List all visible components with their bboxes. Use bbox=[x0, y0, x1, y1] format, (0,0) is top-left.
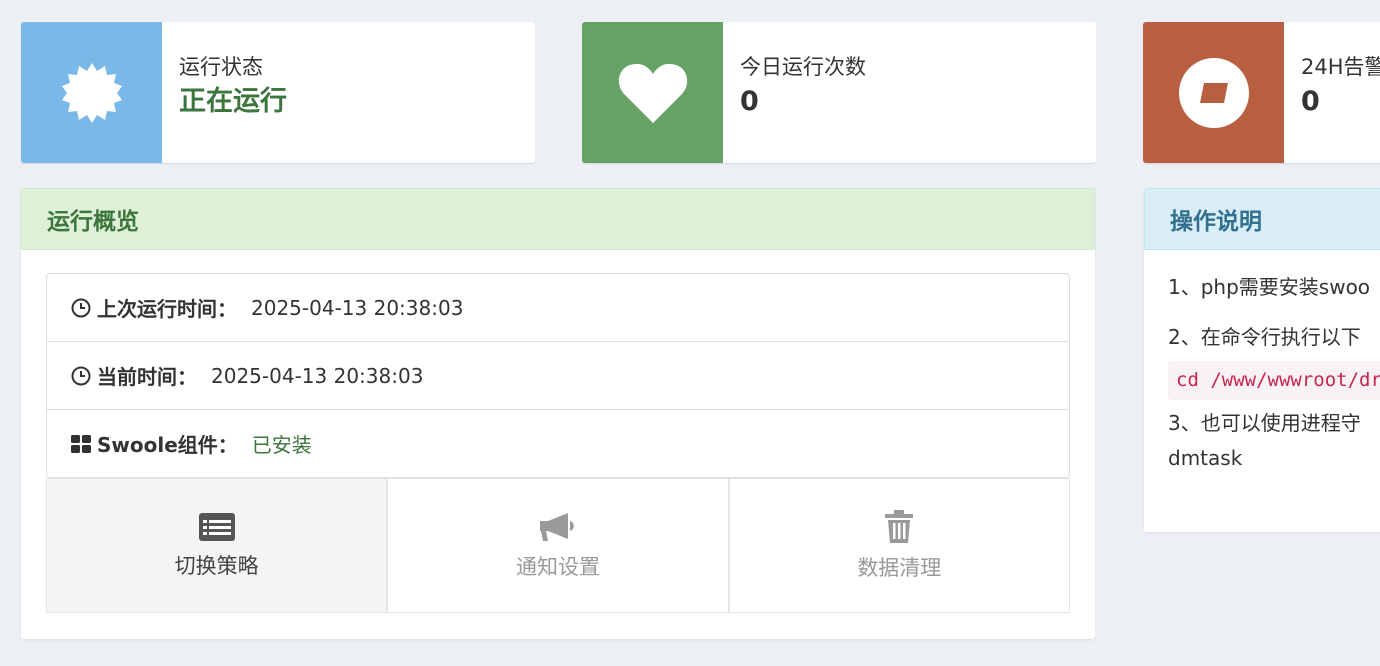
switch-strategy-label: 切换策略 bbox=[174, 553, 259, 578]
current-time-label: 当前时间： bbox=[97, 365, 197, 389]
list-item-swoole: Swoole组件： 已安装 bbox=[47, 410, 1069, 477]
instructions-panel: 操作说明 1、php需要安装swoo 2、在命令行执行以下 cd /www/ww… bbox=[1144, 188, 1380, 532]
stat-box-alerts: 24H告警 0 bbox=[1143, 22, 1380, 163]
last-run-label: 上次运行时间： bbox=[97, 297, 237, 321]
overview-title: 运行概览 bbox=[21, 188, 1095, 250]
overview-panel: 运行概览 上次运行时间： 2025-04-13 20:38:03 当前时间： 2… bbox=[21, 188, 1095, 639]
stat-value: 0 bbox=[1301, 86, 1320, 117]
data-cleanup-label: 数据清理 bbox=[857, 555, 942, 580]
notification-settings-label: 通知设置 bbox=[515, 554, 600, 579]
heart-icon bbox=[618, 63, 687, 123]
stat-label: 今日运行次数 bbox=[740, 55, 866, 79]
stat-label: 24H告警 bbox=[1301, 55, 1380, 79]
instructions-title: 操作说明 bbox=[1144, 188, 1380, 250]
data-cleanup-button[interactable]: 数据清理 bbox=[728, 478, 1070, 613]
notification-settings-button[interactable]: 通知设置 bbox=[387, 478, 729, 613]
stat-label: 运行状态 bbox=[179, 55, 263, 79]
swoole-value: 已安装 bbox=[251, 433, 312, 457]
stat-box-runs: 今日运行次数 0 bbox=[582, 22, 1096, 163]
stat-icon-bg bbox=[21, 22, 162, 163]
list-item-current-time: 当前时间： 2025-04-13 20:38:03 bbox=[47, 342, 1069, 410]
last-run-value: 2025-04-13 20:38:03 bbox=[251, 295, 464, 320]
instruction-line-1: 1、php需要安装swoo bbox=[1168, 275, 1371, 299]
badge-icon bbox=[61, 62, 122, 123]
switch-strategy-button[interactable]: 切换策略 bbox=[46, 478, 388, 613]
grid-icon bbox=[71, 434, 91, 453]
stat-icon-bg bbox=[582, 22, 723, 163]
list-item-last-run: 上次运行时间： 2025-04-13 20:38:03 bbox=[47, 274, 1069, 342]
stat-value: 0 bbox=[740, 86, 759, 117]
clock-icon bbox=[71, 366, 91, 385]
instruction-line-4: dmtask bbox=[1168, 446, 1243, 470]
compass-icon bbox=[1178, 57, 1249, 128]
stat-icon-bg bbox=[1143, 22, 1284, 163]
swoole-label: Swoole组件： bbox=[97, 433, 238, 457]
stat-value: 正在运行 bbox=[179, 86, 287, 117]
action-buttons: 切换策略 通知设置 数据清理 bbox=[46, 478, 1070, 613]
instruction-line-2: 2、在命令行执行以下 bbox=[1168, 325, 1361, 349]
current-time-value: 2025-04-13 20:38:03 bbox=[211, 363, 424, 388]
instruction-code: cd /www/wwwroot/dr bbox=[1168, 361, 1380, 400]
stat-box-status: 运行状态 正在运行 bbox=[21, 22, 535, 163]
list-icon bbox=[198, 512, 235, 541]
megaphone-icon bbox=[539, 512, 574, 541]
trash-icon bbox=[885, 509, 914, 543]
instructions-body: 1、php需要安装swoo 2、在命令行执行以下 cd /www/wwwroot… bbox=[1168, 270, 1380, 476]
clock-icon bbox=[71, 298, 91, 317]
overview-list: 上次运行时间： 2025-04-13 20:38:03 当前时间： 2025-0… bbox=[46, 273, 1070, 478]
instruction-line-3: 3、也可以使用进程守 bbox=[1168, 411, 1361, 435]
